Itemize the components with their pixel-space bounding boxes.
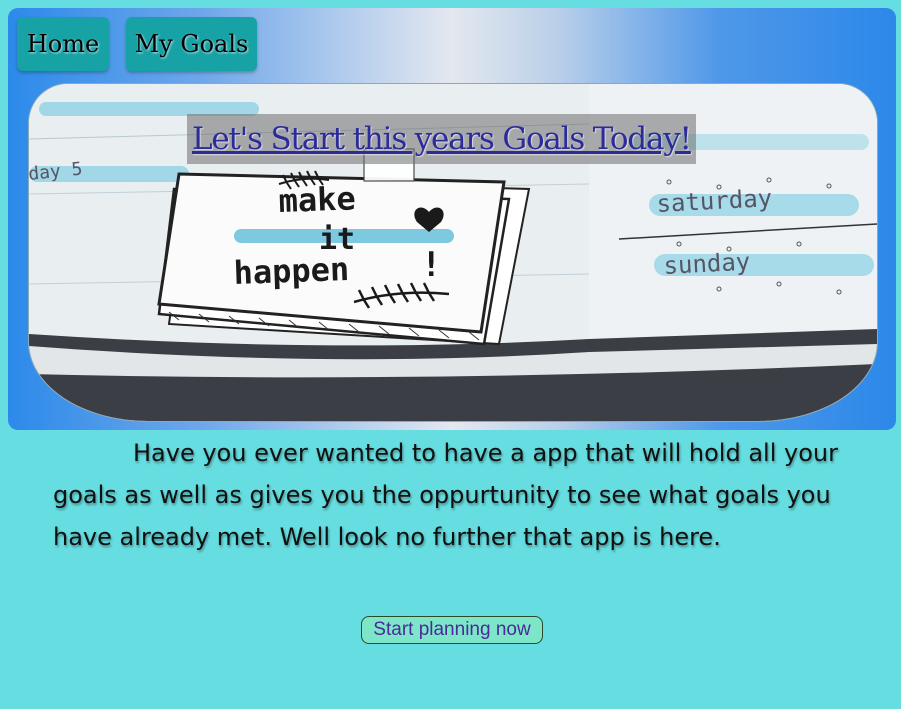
home-button[interactable]: Home	[17, 17, 109, 71]
hero-title-link[interactable]: Let's Start this years Goals Today!	[187, 114, 696, 164]
sunday-label: sunday	[663, 247, 751, 279]
note-happen: happen	[233, 250, 350, 292]
my-goals-button[interactable]: My Goals	[126, 17, 257, 71]
intro-paragraph: Have you ever wanted to have a app that …	[53, 439, 838, 551]
hero-image: saturday sunday day 5 make it happen ! L…	[28, 83, 878, 422]
header-banner: Home My Goals saturday sunday day 5 make…	[8, 8, 896, 430]
start-planning-button[interactable]: Start planning now	[361, 616, 543, 644]
note-exclaim: !	[421, 245, 441, 285]
